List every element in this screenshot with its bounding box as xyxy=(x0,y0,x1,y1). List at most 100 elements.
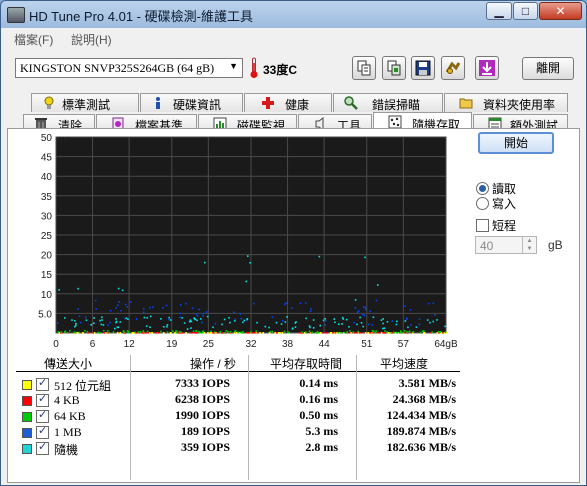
drive-select-value: KINGSTON SNVP325S264GB (64 gB) xyxy=(20,61,215,75)
data-point xyxy=(107,330,109,332)
data-point xyxy=(342,318,345,320)
data-point xyxy=(407,326,409,329)
x-tick-label: 0 xyxy=(53,339,59,350)
save-button[interactable] xyxy=(411,56,435,80)
data-point xyxy=(363,314,366,317)
data-point xyxy=(410,332,413,334)
data-point xyxy=(403,329,406,332)
data-point xyxy=(405,318,408,321)
tab-info[interactable]: 硬碟資訊 xyxy=(140,93,243,112)
write-option[interactable]: 寫入 xyxy=(476,195,516,212)
data-point xyxy=(356,311,359,314)
options-icon xyxy=(445,61,461,74)
data-point xyxy=(168,316,171,319)
data-point xyxy=(322,319,325,322)
data-point xyxy=(233,320,236,322)
tab-error-scan[interactable]: 錯誤掃瞄 xyxy=(333,93,443,112)
data-point xyxy=(60,331,63,333)
x-tick-label: 32 xyxy=(245,339,257,350)
data-point xyxy=(74,325,76,328)
read-radio[interactable] xyxy=(476,182,489,195)
data-point xyxy=(318,331,320,334)
data-point xyxy=(442,332,444,334)
menu-file[interactable]: 檔案(F) xyxy=(14,31,53,48)
tab-folder-usage[interactable]: 資料夾使用率 xyxy=(444,93,568,112)
data-point xyxy=(82,332,84,334)
data-point xyxy=(190,320,193,323)
series-checkbox[interactable] xyxy=(36,392,49,407)
row-label: 64 KB xyxy=(54,409,86,423)
data-point xyxy=(85,319,88,322)
data-point xyxy=(207,332,209,334)
data-point xyxy=(368,323,370,326)
data-point xyxy=(126,305,129,308)
row-access-time: 5.3 ms xyxy=(305,424,338,438)
data-point xyxy=(204,261,206,264)
data-point xyxy=(118,301,120,303)
data-point xyxy=(210,330,212,333)
data-point xyxy=(393,331,395,334)
data-point xyxy=(305,302,307,304)
data-point xyxy=(200,318,202,320)
data-point xyxy=(374,331,377,334)
tab-label: 硬碟資訊 xyxy=(173,98,222,112)
data-point xyxy=(92,332,95,334)
maximize-button[interactable]: □ xyxy=(513,2,538,20)
series-checkbox[interactable] xyxy=(36,424,49,439)
data-point xyxy=(214,322,217,325)
data-point xyxy=(304,331,307,333)
data-point xyxy=(375,330,377,332)
data-point xyxy=(201,321,203,324)
data-point xyxy=(247,255,249,257)
data-point xyxy=(298,332,301,334)
data-point xyxy=(228,317,230,319)
data-point xyxy=(135,318,138,320)
tab-health[interactable]: 健康 xyxy=(244,93,332,112)
row-speed: 182.636 MB/s xyxy=(386,440,456,454)
row-iops: 6238 IOPS xyxy=(174,392,230,406)
download-button[interactable] xyxy=(475,56,499,80)
x-tick-label: 6 xyxy=(90,339,96,350)
data-point xyxy=(179,304,182,306)
data-point xyxy=(382,322,384,325)
data-point xyxy=(345,318,348,321)
start-button[interactable]: 開始 xyxy=(478,132,554,154)
menu-help[interactable]: 說明(H) xyxy=(71,31,112,48)
data-point xyxy=(185,332,187,334)
row-label: 隨機 xyxy=(54,443,79,457)
data-point xyxy=(101,319,103,321)
close-button[interactable]: ✕ xyxy=(539,2,582,20)
short-stroke-size-input[interactable]: 40 ▲ ▼ xyxy=(475,236,537,254)
drive-select[interactable]: KINGSTON SNVP325S264GB (64 gB) ▼ xyxy=(15,58,243,78)
series-checkbox[interactable] xyxy=(36,440,49,455)
data-point xyxy=(56,322,59,324)
copy-text-button[interactable] xyxy=(352,56,376,80)
data-point xyxy=(213,331,216,333)
minimize-button[interactable]: ▁ xyxy=(486,2,512,20)
y-tick-label: 30 xyxy=(41,211,53,222)
data-point xyxy=(426,319,429,321)
data-point xyxy=(348,325,350,328)
data-point xyxy=(127,318,129,321)
data-point xyxy=(149,315,152,318)
y-tick-label: 15 xyxy=(41,270,53,281)
tab-benchmark[interactable]: 標準測試 xyxy=(31,93,139,112)
exit-button[interactable]: 離開 xyxy=(522,57,574,80)
random-access-chart: 50 45 40 35 30 25 20 15 10 5.0 ms 0 6 12 19 25 32 38 44 51 5… xyxy=(38,133,458,350)
x-tick-label: 38 xyxy=(282,339,294,350)
short-stroke-option[interactable]: 短程 xyxy=(476,217,516,234)
data-point xyxy=(74,320,76,322)
data-point xyxy=(285,302,287,305)
write-radio[interactable] xyxy=(476,197,489,210)
series-checkbox[interactable] xyxy=(36,408,49,423)
title-bar: HD Tune Pro 4.01 - 硬碟檢測-維護工具 ▁ □ ✕ xyxy=(1,1,586,28)
copy-screenshot-button[interactable] xyxy=(382,56,406,80)
data-point xyxy=(423,330,425,332)
spin-buttons[interactable]: ▲ ▼ xyxy=(522,237,536,253)
series-checkbox[interactable] xyxy=(36,376,49,391)
data-point xyxy=(249,261,251,264)
short-stroke-checkbox[interactable] xyxy=(476,219,489,232)
data-point xyxy=(205,311,208,313)
data-point xyxy=(380,319,383,321)
options-button[interactable] xyxy=(441,56,465,80)
